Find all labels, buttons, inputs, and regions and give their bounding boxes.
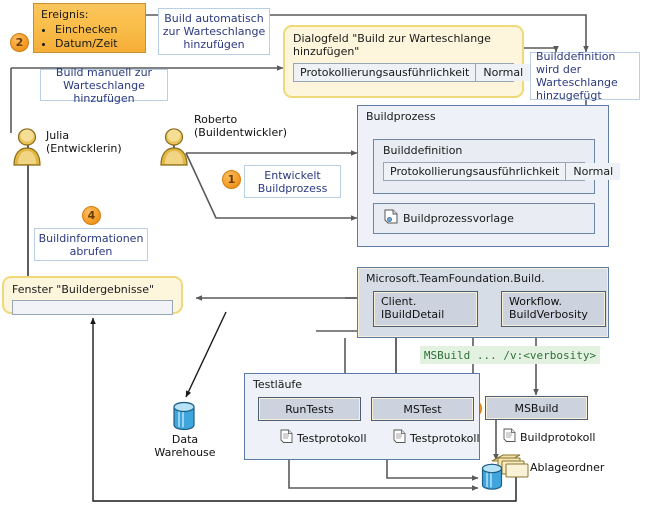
note-develops-build-process-label: Entwickelt Buildprozess (257, 168, 328, 195)
diagram-canvas: 2 1 4 3 Ereignis: Einchecken Datum/Zeit … (0, 0, 646, 507)
verbosity-field-label: Protokollierungsausführlichkeit (294, 64, 477, 81)
data-warehouse-label: Data Warehouse (152, 433, 218, 459)
queue-build-dialog-title: Dialogfeld "Build zur Warteschlange hinz… (293, 32, 491, 58)
tfbuild-group: Microsoft.TeamFoundation.Build. Client. … (357, 267, 609, 338)
note-builddefinition-queued-label: Builddefinition wird der Warteschlange h… (536, 50, 618, 102)
build-definition-box: Builddefinition Protokollierungsausführl… (373, 139, 621, 194)
build-process-template-label: Buildprozessvorlage (403, 212, 514, 225)
document-icon (384, 209, 398, 228)
queue-build-dialog[interactable]: Dialogfeld "Build zur Warteschlange hinz… (283, 25, 531, 98)
test-log-mstest: Testprotokoll (393, 429, 480, 447)
build-process-template-box: Buildprozessvorlage (373, 203, 595, 234)
step-badge-4: 4 (82, 206, 101, 225)
note-get-build-info: Buildinformationen abrufen (34, 228, 148, 261)
tfbuild-component-workflow-line2: BuildVerbosity (509, 308, 588, 321)
avatar-julia (10, 127, 44, 171)
event-box-item: Datum/Zeit (55, 37, 139, 51)
msbuild-command-text: MSBuild ... /v:<verbosity> (423, 348, 597, 362)
tfbuild-component-workflow-line1: Workflow. (509, 295, 562, 308)
drop-folder-text: Ablageordner (530, 461, 605, 474)
msbuild-chip[interactable]: MSBuild (485, 396, 588, 420)
build-results-window[interactable]: Fenster "Buildergebnisse" (2, 276, 183, 315)
tfbuild-component-client-line1: Client. (381, 295, 417, 308)
note-auto-queue: Build automatisch zur Warteschlange hinz… (158, 8, 270, 55)
build-definition-field-row[interactable]: Protokollierungsausführlichkeit Normal (383, 162, 621, 181)
msbuild-log: Buildprotokoll (503, 428, 595, 446)
tfbuild-component-workflow[interactable]: Workflow. BuildVerbosity (501, 291, 606, 327)
event-box-heading: Ereignis: (41, 8, 89, 21)
actor-name-roberto: Roberto (194, 113, 238, 126)
step-badge-2: 2 (10, 33, 29, 52)
document-icon (393, 429, 406, 447)
document-icon (503, 428, 516, 446)
test-runs-chip-runtests[interactable]: RunTests (258, 397, 361, 421)
actor-label-julia: Julia (Entwicklerin) (46, 129, 122, 155)
tfbuild-component-client[interactable]: Client. IBuildDetail (373, 291, 478, 327)
test-log-mstest-label: Testprotokoll (410, 431, 480, 445)
note-auto-queue-label: Build automatisch zur Warteschlange hinz… (162, 12, 266, 51)
note-get-build-info-label: Buildinformationen abrufen (38, 231, 144, 258)
build-definition-field-label: Protokollierungsausführlichkeit (384, 163, 567, 180)
build-results-window-title: Fenster "Buildergebnisse" (12, 283, 155, 296)
build-definition-field-value[interactable]: Normal (566, 163, 621, 180)
actor-role-julia: (Entwicklerin) (46, 142, 122, 155)
verbosity-field-value[interactable]: Normal (476, 64, 531, 81)
verbosity-field-row[interactable]: Protokollierungsausführlichkeit Normal (293, 63, 531, 82)
note-develops-build-process: Entwickelt Buildprozess (244, 165, 341, 198)
step-badge-1: 1 (222, 170, 241, 189)
event-box: Ereignis: Einchecken Datum/Zeit (33, 3, 146, 53)
note-manual-queue: Build manuell zur Warteschlange hinzufüg… (40, 66, 168, 105)
drop-folder-label: Ablageordner (530, 461, 604, 474)
avatar-roberto (157, 127, 191, 171)
document-icon (280, 429, 293, 447)
build-process-title: Buildprozess (366, 110, 436, 123)
note-manual-queue-label: Build manuell zur Warteschlange hinzufüg… (55, 65, 153, 105)
msbuild-log-label: Buildprotokoll (520, 430, 596, 444)
tfbuild-component-client-line2: IBuildDetail (381, 308, 445, 321)
test-runs-group: Testläufe RunTests MSTest Testprotokoll (244, 373, 480, 460)
test-runs-title: Testläufe (253, 378, 303, 391)
msbuild-command: MSBuild ... /v:<verbosity> (420, 346, 600, 364)
build-definition-title: Builddefinition (383, 144, 463, 157)
data-warehouse-line1: Data (171, 433, 199, 446)
actor-label-roberto: Roberto (Buildentwickler) (194, 113, 287, 139)
test-log-runtests: Testprotokoll (280, 429, 367, 447)
note-builddefinition-queued: Builddefinition wird der Warteschlange h… (530, 50, 640, 102)
tfbuild-title: Microsoft.TeamFoundation.Build. (366, 272, 545, 285)
actor-name-julia: Julia (46, 129, 70, 142)
data-warehouse-line2: Warehouse (154, 446, 216, 459)
msbuild-chip-label: MSBuild (514, 401, 559, 415)
database-icon-drop (478, 462, 506, 498)
actor-role-roberto: (Buildentwickler) (194, 126, 288, 139)
build-results-window-content[interactable] (12, 300, 173, 315)
test-runs-chip-runtests-label: RunTests (285, 402, 334, 416)
build-process-group: Buildprozess Builddefinition Protokollie… (357, 105, 621, 247)
test-runs-chip-mstest[interactable]: MSTest (371, 397, 474, 421)
test-log-runtests-label: Testprotokoll (297, 431, 367, 445)
event-box-item: Einchecken (55, 23, 139, 37)
test-runs-chip-mstest-label: MSTest (403, 402, 442, 416)
event-box-list: Einchecken Datum/Zeit (41, 23, 139, 51)
